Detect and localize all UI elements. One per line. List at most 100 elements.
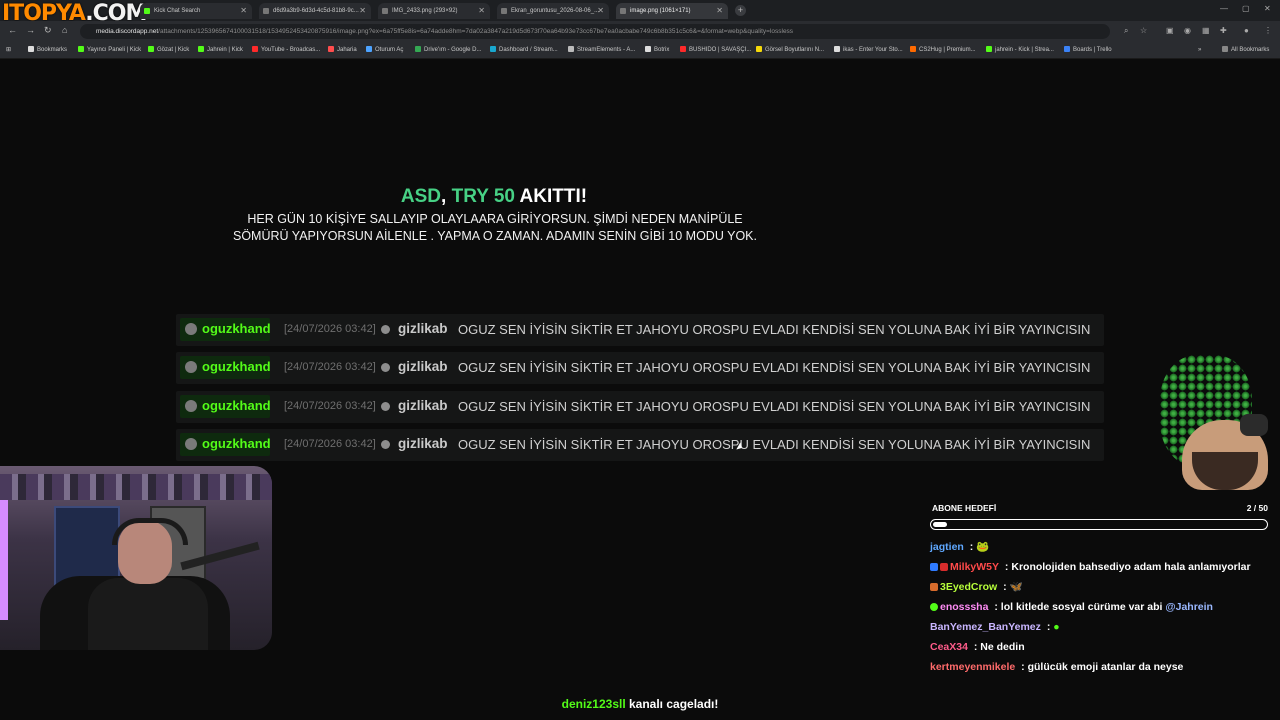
bookmark-item[interactable]: Yayıncı Paneli | Kick [78, 44, 141, 56]
channel-badge: oguzkhand [180, 395, 271, 418]
avatar-beard [1192, 452, 1258, 490]
chat-line: enosssha : lol kitlede sosyal cürüme var… [930, 600, 1270, 615]
tab-d6d9[interactable]: d6d9a3b9-6d3d-4c5d-81b8-9c... ✕ [259, 3, 371, 19]
bookmark-item[interactable]: Görsel Boyutlarını N... [756, 44, 824, 56]
avatar [185, 438, 197, 450]
bookmark-item[interactable]: YouTube - Broadcas... [252, 44, 320, 56]
timestamp: [24/07/2026 03:42] [284, 400, 376, 412]
bookmark-item[interactable]: jahrein - Kick | Strea... [986, 44, 1054, 56]
chat-text: Kronolojiden bahsediyo adam hala anlamıy… [1011, 561, 1251, 573]
badge-icon [930, 563, 938, 571]
bookmark-item[interactable]: Jahrein | Kick [198, 44, 243, 56]
address-bar-row: ← → ↻ ⌂ media.discordapp.net/attachments… [0, 21, 1280, 42]
list-item: oguzkhand [24/07/2026 03:42] gizlikab OG… [176, 314, 1104, 346]
menu-dots-icon[interactable]: ⋮ [1264, 26, 1272, 35]
bookmark-item[interactable]: Oturum Aç [366, 44, 403, 56]
bookmark-item[interactable]: Gözat | Kick [148, 44, 189, 56]
bookmark-item[interactable]: StreamElements - A... [568, 44, 635, 56]
message-text: OGUZ SEN İYİSİN SİKTİR ET JAHOYU OROSPU … [458, 437, 1091, 452]
alert-donor: ASD [400, 186, 442, 207]
bookmark-item[interactable]: Boards | Trello [1064, 44, 1112, 56]
list-item: oguzkhand [24/07/2026 03:42] gizlikab OG… [176, 429, 1104, 461]
extension-icon[interactable]: ▦ [1202, 26, 1210, 35]
donation-alert-message: HER GÜN 10 KİŞİYE SALLAYIP OLAYLAARA GİR… [233, 212, 757, 243]
chat-username: enosssha [940, 601, 989, 613]
home-icon[interactable]: ⌂ [62, 25, 67, 35]
chat-text: Ne dedin [980, 641, 1025, 653]
chat-line: CeaX34 : Ne dedin [930, 641, 1025, 653]
chat-username: 3EyedCrow [940, 581, 998, 593]
channel-badge: oguzkhand [180, 356, 271, 379]
message-text: OGUZ SEN İYİSİN SİKTİR ET JAHOYU OROSPU … [458, 322, 1091, 337]
subgoal-progress-fill [932, 521, 947, 527]
extension-icon[interactable]: ▣ [1166, 26, 1174, 35]
chat-username: jagtien [930, 541, 964, 553]
image-favicon-icon [620, 8, 626, 14]
bookmark-star-icon[interactable]: ☆ [1140, 26, 1147, 35]
badge-icon [930, 583, 938, 591]
bookmark-item[interactable]: BUSHIDO | SAVAŞÇI... [680, 44, 751, 56]
reload-icon[interactable]: ↻ [44, 25, 52, 36]
image-favicon-icon [501, 8, 507, 14]
bookmark-item[interactable]: Dashboard / Stream... [490, 44, 558, 56]
browser-tab-strip: ITOPYA.COM Kick Chat Search ✕ d6d9a3b9-6d… [0, 0, 1280, 26]
bookmark-item[interactable]: Jaharia [328, 44, 357, 56]
chat-line: 3EyedCrow : 🦋 [930, 580, 1270, 595]
tab-kick-chat-search[interactable]: Kick Chat Search ✕ [140, 3, 252, 19]
bookmark-item[interactable]: ikas - Enter Your Sto... [834, 44, 903, 56]
close-tab-icon[interactable]: ✕ [716, 3, 723, 19]
file-favicon-icon [263, 8, 269, 14]
info-icon [381, 402, 390, 411]
new-tab-icon[interactable]: + [735, 5, 746, 16]
bookmark-item[interactable]: Botrix [645, 44, 669, 56]
subgoal-count: 2 / 50 [1246, 503, 1268, 513]
bookmark-item[interactable]: CS2Hug | Premium... [910, 44, 976, 56]
close-window-icon[interactable]: ✕ [1264, 4, 1271, 13]
raid-text: kanalı cageladı! [625, 697, 719, 711]
extensions-puzzle-icon[interactable]: ✚ [1220, 26, 1227, 35]
chevron-right-icon[interactable]: » [1198, 44, 1201, 56]
info-icon [381, 325, 390, 334]
chat-line: jagtien : 🐸 [930, 541, 990, 553]
chat-username: BanYemez_BanYemez [930, 621, 1041, 633]
emote-icon: ● [1053, 621, 1060, 633]
alert-comma: , [441, 186, 447, 207]
message-username: gizlikab [398, 398, 448, 413]
all-bookmarks[interactable]: All Bookmarks [1222, 44, 1269, 56]
raid-notification: deniz123sll kanalı cageladı! [0, 697, 1280, 711]
extension-icon[interactable]: ◉ [1184, 26, 1191, 35]
alert-action: AKITTI! [519, 186, 588, 207]
headphones-icon [112, 518, 188, 545]
emote-icon: 🦋 [1009, 581, 1023, 593]
url-field[interactable]: media.discordapp.net/attachments/1253965… [80, 24, 1110, 39]
subgoal-progress-bar [930, 519, 1268, 530]
tab-image-png[interactable]: image.png (1061×171) ✕ [616, 3, 728, 19]
close-tab-icon[interactable]: ✕ [359, 3, 366, 19]
forward-icon[interactable]: → [26, 25, 35, 35]
bookmark-item[interactable]: Drive'ım - Google D... [415, 44, 482, 56]
kick-favicon-icon [144, 8, 150, 14]
verified-badge-icon [930, 603, 938, 611]
minimize-icon[interactable]: — [1220, 4, 1228, 13]
maximize-icon[interactable]: ▢ [1242, 4, 1250, 13]
tab-img-2433[interactable]: IMG_2433.png (293×92) ✕ [378, 3, 490, 19]
zoom-icon[interactable]: ⌕ [1124, 26, 1128, 36]
timestamp: [24/07/2026 03:42] [284, 323, 376, 335]
raid-username: deniz123sll [561, 697, 626, 711]
close-tab-icon[interactable]: ✕ [478, 3, 485, 19]
channel-badge: oguzkhand [180, 433, 271, 456]
tab-ekran-goruntusu[interactable]: Ekran_goruntusu_2026-08-06_... ✕ [497, 3, 609, 19]
list-item: oguzkhand [24/07/2026 03:42] gizlikab OG… [176, 391, 1104, 423]
bookmark-item[interactable]: Bookmarks [28, 44, 67, 56]
close-tab-icon[interactable]: ✕ [240, 3, 247, 19]
close-tab-icon[interactable]: ✕ [597, 3, 604, 19]
alert-amount: TRY 50 [451, 186, 515, 207]
webcam-streamer-body [88, 578, 208, 650]
apps-grid-icon[interactable]: ⊞ [6, 44, 11, 56]
profile-avatar-icon[interactable]: ● [1244, 26, 1249, 35]
chat-line: kertmeyenmikele : gülücük emoji atanlar … [930, 661, 1184, 673]
webcam-neon-light [0, 500, 8, 620]
message-text: OGUZ SEN İYİSİN SİKTİR ET JAHOYU OROSPU … [458, 399, 1091, 414]
chat-text: lol kitlede sosyal cürüme var abi [1000, 601, 1166, 613]
back-icon[interactable]: ← [8, 25, 17, 35]
